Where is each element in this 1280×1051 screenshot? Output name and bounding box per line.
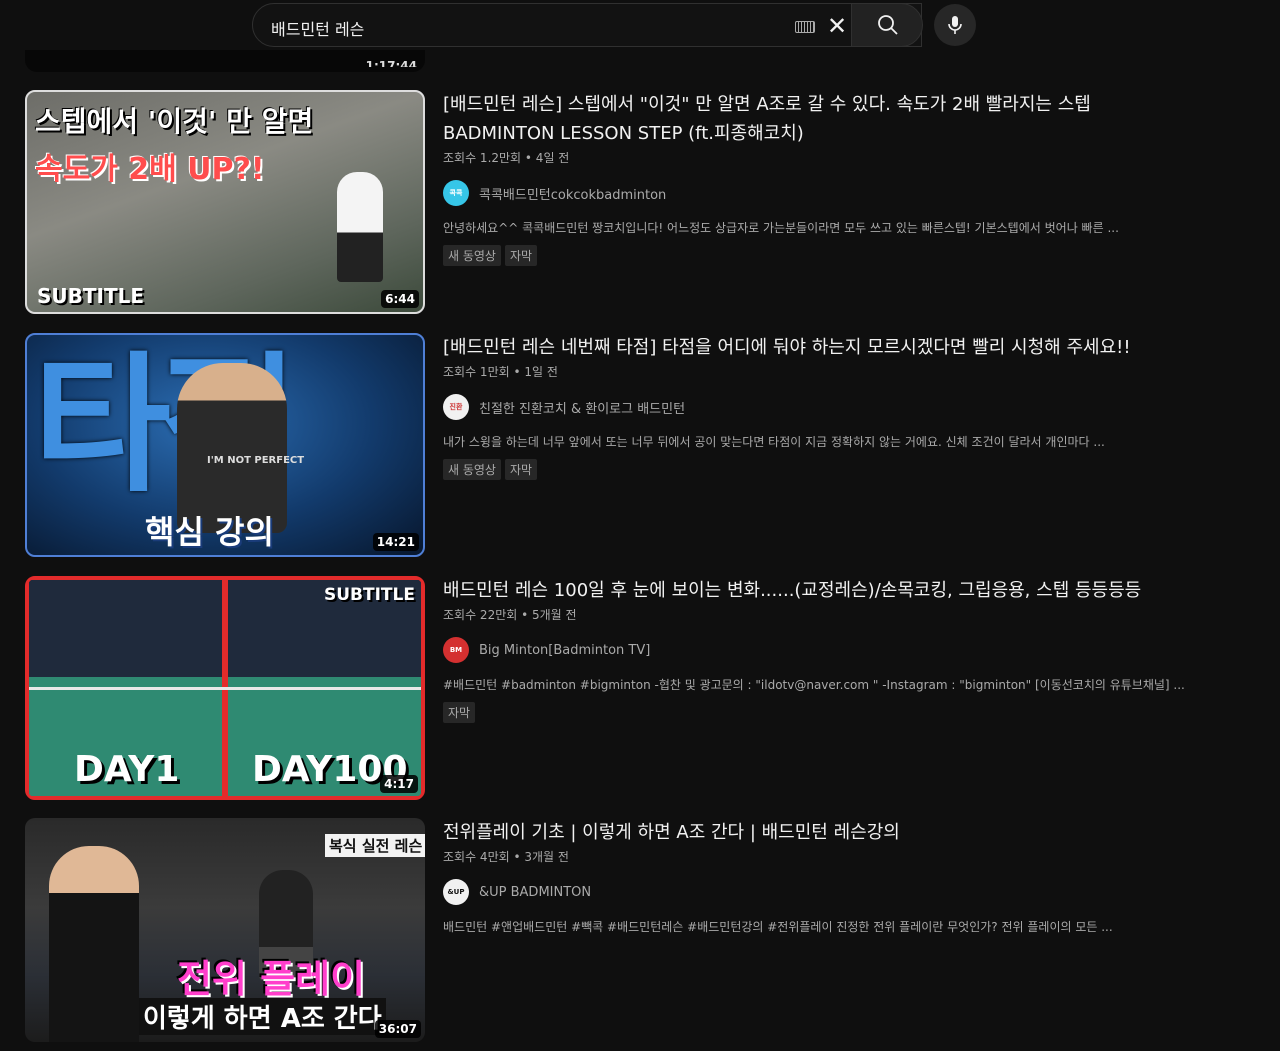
video-meta: 조회수 1.2만회 • 4일 전 — [443, 151, 570, 165]
thumbnail-caption: SUBTITLE — [324, 585, 415, 605]
youtube-search-results: 배드민턴 레슨 ✕ 1:17:44 스텝에서 '이것' 만 알면 속도가 2배 … — [0, 0, 1280, 1051]
channel-link[interactable]: 진환 친절한 진환코치 & 환이로그 배드민턴 — [443, 394, 1223, 420]
video-thumbnail[interactable]: 타점 I'M NOT PERFECT 핵심 강의 14:21 — [25, 333, 425, 557]
video-info: 전위플레이 기초 | 이렇게 하면 A조 간다 | 배드민턴 레슨강의 조회수 … — [443, 818, 1223, 935]
video-duration: 14:21 — [372, 533, 419, 551]
video-info: 배드민턴 레슨 100일 후 눈에 보이는 변화......(교정레슨)/손목코… — [443, 576, 1223, 723]
channel-link[interactable]: BM Big Minton[Badminton TV] — [443, 637, 1223, 663]
search-button[interactable] — [851, 3, 923, 47]
video-result[interactable]: 스텝에서 '이것' 만 알면 속도가 2배 UP?! SUBTITLE 6:44… — [25, 90, 1225, 316]
channel-name[interactable]: Big Minton[Badminton TV] — [479, 643, 650, 658]
previous-video-thumbnail[interactable]: 1:17:44 — [25, 50, 425, 72]
video-info: [배드민턴 레슨] 스텝에서 "이것" 만 알면 A조로 갈 수 있다. 속도가… — [443, 90, 1223, 266]
video-title-line[interactable]: BADMINTON LESSON STEP (ft.피종해코치) — [443, 123, 804, 144]
mic-icon — [948, 16, 962, 34]
video-thumbnail[interactable]: SUBTITLE DAY1 DAY100 4:17 — [25, 576, 425, 800]
video-title[interactable]: [배드민턴 레슨 네번째 타점] 타점을 어디에 둬야 하는지 모르시겠다면 빨… — [443, 333, 1223, 362]
keyboard-icon[interactable] — [795, 21, 815, 33]
thumbnail-caption: SUBTITLE — [37, 284, 145, 308]
badge-list: 새 동영상 자막 — [443, 459, 1223, 480]
video-title[interactable]: 전위플레이 기초 | 이렇게 하면 A조 간다 | 배드민턴 레슨강의 — [443, 818, 1223, 847]
video-duration: 1:17:44 — [365, 59, 417, 67]
badge-list: 새 동영상 자막 — [443, 245, 1223, 266]
video-meta: 조회수 22만회 • 5개월 전 — [443, 608, 577, 622]
badge: 새 동영상 — [443, 459, 501, 480]
channel-avatar[interactable]: BM — [443, 637, 469, 663]
channel-name[interactable]: &UP BADMINTON — [479, 885, 591, 900]
clear-icon[interactable]: ✕ — [825, 14, 849, 38]
avatar-label: BM — [449, 646, 463, 654]
thumbnail-caption: 복식 실전 레슨 — [325, 834, 425, 857]
video-title[interactable]: [배드민턴 레슨] 스텝에서 "이것" 만 알면 A조로 갈 수 있다. 속도가… — [443, 90, 1223, 148]
net-line — [29, 687, 421, 690]
search-icon — [878, 15, 898, 35]
thumbnail-caption: 속도가 2배 UP?! — [35, 152, 265, 187]
search-query[interactable]: 배드민턴 레슨 — [271, 16, 364, 40]
thumbnail-caption: 스텝에서 '이것' 만 알면 — [35, 105, 314, 138]
video-description: 안녕하세요^^ 콕콕배드민턴 짱코치입니다! 어느정도 상급자로 가는분들이라면… — [443, 221, 1119, 235]
video-title-line[interactable]: [배드민턴 레슨] 스텝에서 "이것" 만 알면 A조로 갈 수 있다. 속도가… — [443, 94, 1091, 115]
thumbnail-caption: 핵심 강의 — [145, 513, 274, 551]
thumbnail-caption: 이렇게 하면 A조 간다 — [139, 998, 386, 1035]
video-info: [배드민턴 레슨 네번째 타점] 타점을 어디에 둬야 하는지 모르시겠다면 빨… — [443, 333, 1223, 480]
thumbnail-caption: I'M NOT PERFECT — [207, 455, 305, 466]
search-input[interactable]: 배드민턴 레슨 ✕ — [252, 3, 922, 47]
badge: 자막 — [504, 245, 538, 266]
video-description: #배드민턴 #badminton #bigminton -협찬 및 광고문의 :… — [443, 678, 1185, 692]
video-title[interactable]: 배드민턴 레슨 100일 후 눈에 보이는 변화......(교정레슨)/손목코… — [443, 576, 1223, 605]
video-thumbnail[interactable]: 복식 실전 레슨 전위 플레이 이렇게 하면 A조 간다 36:07 — [25, 818, 425, 1042]
avatar-label: 콕콕 — [449, 189, 463, 197]
player-figure — [337, 172, 383, 282]
thumbnail-caption: 전위 플레이 — [177, 957, 366, 1001]
channel-link[interactable]: &UP &UP BADMINTON — [443, 879, 1223, 905]
thumbnail-caption: DAY1 — [74, 749, 180, 790]
badge: 새 동영상 — [443, 245, 501, 266]
badge-list: 자막 — [443, 702, 1223, 723]
video-description: 배드민턴 #앤업배드민턴 #빽콕 #배드민턴레슨 #배드민턴강의 #전위플레이 … — [443, 920, 1113, 934]
video-duration: 4:17 — [380, 775, 418, 793]
badge: 자막 — [443, 702, 476, 723]
channel-name[interactable]: 콕콕배드민턴cokcokbadminton — [479, 184, 666, 203]
channel-avatar[interactable]: 진환 — [443, 394, 469, 420]
video-meta: 조회수 4만회 • 3개월 전 — [443, 850, 569, 864]
channel-name[interactable]: 친절한 진환코치 & 환이로그 배드민턴 — [479, 398, 685, 417]
video-thumbnail[interactable]: 스텝에서 '이것' 만 알면 속도가 2배 UP?! SUBTITLE 6:44 — [25, 90, 425, 314]
channel-link[interactable]: 콕콕 콕콕배드민턴cokcokbadminton — [443, 180, 1223, 206]
avatar-label: 진환 — [449, 403, 463, 411]
badge: 자막 — [504, 459, 538, 480]
video-result[interactable]: SUBTITLE DAY1 DAY100 4:17 배드민턴 레슨 100일 후… — [25, 576, 1225, 802]
video-description: 내가 스윙을 하는데 너무 앞에서 또는 너무 뒤에서 공이 맞는다면 타점이 … — [443, 435, 1105, 449]
video-duration: 6:44 — [381, 290, 419, 308]
channel-avatar[interactable]: &UP — [443, 879, 469, 905]
coach-figure — [49, 846, 139, 1042]
channel-avatar[interactable]: 콕콕 — [443, 180, 469, 206]
avatar-label: &UP — [447, 888, 465, 896]
video-meta: 조회수 1만회 • 1일 전 — [443, 365, 558, 379]
video-duration: 36:07 — [374, 1020, 421, 1038]
video-result[interactable]: 타점 I'M NOT PERFECT 핵심 강의 14:21 [배드민턴 레슨 … — [25, 333, 1225, 559]
voice-search-button[interactable] — [934, 4, 976, 46]
video-result[interactable]: 복식 실전 레슨 전위 플레이 이렇게 하면 A조 간다 36:07 전위플레이… — [25, 818, 1225, 1044]
